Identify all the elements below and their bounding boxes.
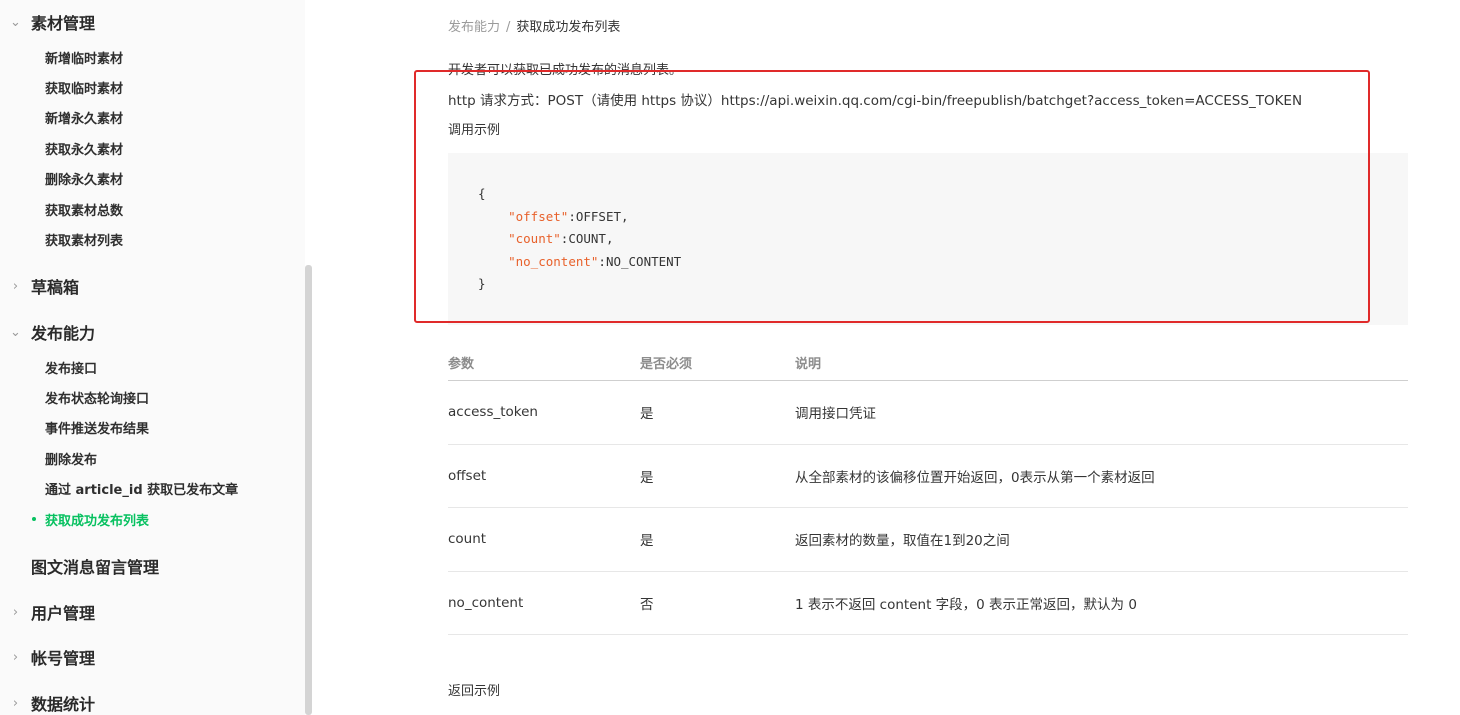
chevron-right-icon: › (12, 604, 19, 620)
sidebar-group-publish[interactable]: ⌄ 发布能力 (0, 318, 95, 346)
sidebar-item-delete-publish[interactable]: 删除发布 (45, 447, 97, 469)
sidebar-group-drafts[interactable]: › 草稿箱 (0, 272, 79, 300)
breadcrumb: 发布能力 / 获取成功发布列表 (448, 16, 620, 35)
sidebar-item-get-perm-material[interactable]: 获取永久素材 (45, 137, 123, 159)
sidebar-group-account[interactable]: › 帐号管理 (0, 643, 95, 671)
sidebar-item-publish-event-push[interactable]: 事件推送发布结果 (45, 416, 149, 438)
code-brace-open: { (478, 186, 486, 201)
breadcrumb-separator: / (506, 20, 511, 35)
table-row: offset 是 从全部素材的该偏移位置开始返回，0表示从第一个素材返回 (448, 445, 1408, 508)
table-header: 参数 是否必须 说明 (448, 345, 1408, 381)
sidebar-item-add-temp-material[interactable]: 新增临时素材 (45, 46, 123, 68)
table-row: access_token 是 调用接口凭证 (448, 381, 1408, 445)
sidebar-scrollbar[interactable] (305, 265, 312, 715)
code-value: :OFFSET, (568, 208, 629, 224)
chevron-right-icon: › (12, 695, 19, 711)
sidebar-item-get-article-by-id[interactable]: 通过 article_id 获取已发布文章 (45, 477, 238, 499)
sidebar-group-title: 数据统计 (31, 695, 96, 714)
sidebar-item-label: 获取成功发布列表 (45, 513, 150, 529)
cell-required: 否 (640, 596, 654, 613)
sidebar-group-title: 发布能力 (31, 324, 96, 343)
chevron-down-icon: ⌄ (10, 14, 21, 30)
header-description: 说明 (795, 357, 822, 372)
cell-description: 返回素材的数量，取值在1到20之间 (795, 533, 1010, 550)
sidebar-item-published-list[interactable]: 获取成功发布列表 (32, 508, 150, 530)
chevron-right-icon: › (12, 649, 19, 665)
sidebar-group-title: 素材管理 (31, 14, 96, 33)
breadcrumb-parent-link[interactable]: 发布能力 (448, 20, 500, 35)
code-value: :COUNT, (560, 231, 614, 246)
code-brace-close: } (478, 276, 486, 291)
active-dot-icon (32, 517, 36, 521)
header-required: 是否必须 (640, 357, 693, 372)
sidebar-group-title: 帐号管理 (31, 649, 96, 668)
cell-description: 调用接口凭证 (795, 406, 876, 423)
table-row: count 是 返回素材的数量，取值在1到20之间 (448, 508, 1408, 572)
sidebar-item-add-perm-material[interactable]: 新增永久素材 (45, 106, 123, 128)
sidebar-item-get-temp-material[interactable]: 获取临时素材 (45, 76, 123, 98)
cell-param: access_token (448, 404, 538, 421)
table-row: no_content 否 1 表示不返回 content 字段，0 表示正常返回… (448, 572, 1408, 635)
sidebar-item-material-count[interactable]: 获取素材总数 (45, 198, 123, 220)
sidebar-group-title: 图文消息留言管理 (31, 558, 160, 577)
sidebar-nav: ⌄ 素材管理 新增临时素材 获取临时素材 新增永久素材 获取永久素材 删除永久素… (0, 0, 305, 715)
code-key: "offset" (508, 208, 569, 224)
breadcrumb-current: 获取成功发布列表 (516, 20, 621, 35)
cell-param: offset (448, 467, 487, 484)
sidebar-group-title: 草稿箱 (31, 278, 80, 297)
http-request-line: http 请求方式：POST（请使用 https 协议）https://api.… (448, 93, 1303, 109)
sidebar-item-material-list[interactable]: 获取素材列表 (45, 228, 123, 250)
sidebar-group-users[interactable]: › 用户管理 (0, 598, 95, 626)
sidebar-group-comments[interactable]: 图文消息留言管理 (0, 552, 159, 580)
chevron-down-icon: ⌄ (10, 324, 21, 340)
code-value: :NO_CONTENT (598, 253, 682, 269)
sidebar-group-title: 用户管理 (31, 604, 96, 623)
code-key: "no_content" (508, 253, 599, 269)
cell-description: 从全部素材的该偏移位置开始返回，0表示从第一个素材返回 (795, 469, 1155, 486)
cell-required: 是 (640, 469, 654, 486)
cell-required: 是 (640, 406, 654, 423)
return-sample-label: 返回示例 (448, 684, 501, 699)
cell-param: count (448, 531, 487, 548)
code-block: { "offset":OFFSET, "count":COUNT, "no_co… (448, 153, 1408, 325)
sidebar-group-material[interactable]: ⌄ 素材管理 (0, 8, 95, 36)
page-description: 开发者可以获取已成功发布的消息列表。 (448, 63, 683, 78)
doc-content: 发布能力 / 获取成功发布列表 开发者可以获取已成功发布的消息列表。 http 请求… (448, 0, 1408, 715)
header-param: 参数 (448, 357, 475, 372)
code-key: "count" (508, 231, 561, 246)
sidebar-item-publish-status-poll[interactable]: 发布状态轮询接口 (45, 386, 149, 408)
call-sample-label: 调用示例 (448, 123, 501, 138)
cell-required: 是 (640, 533, 654, 550)
sidebar-item-publish-api[interactable]: 发布接口 (45, 356, 97, 378)
chevron-right-icon: › (12, 278, 19, 294)
cell-param: no_content (448, 594, 524, 611)
params-table: 参数 是否必须 说明 access_token 是 调用接口凭证 offset … (448, 345, 1408, 635)
sidebar-item-delete-perm-material[interactable]: 删除永久素材 (45, 167, 123, 189)
sidebar-group-stats[interactable]: › 数据统计 (0, 689, 95, 715)
cell-description: 1 表示不返回 content 字段，0 表示正常返回，默认为 0 (795, 596, 1137, 613)
